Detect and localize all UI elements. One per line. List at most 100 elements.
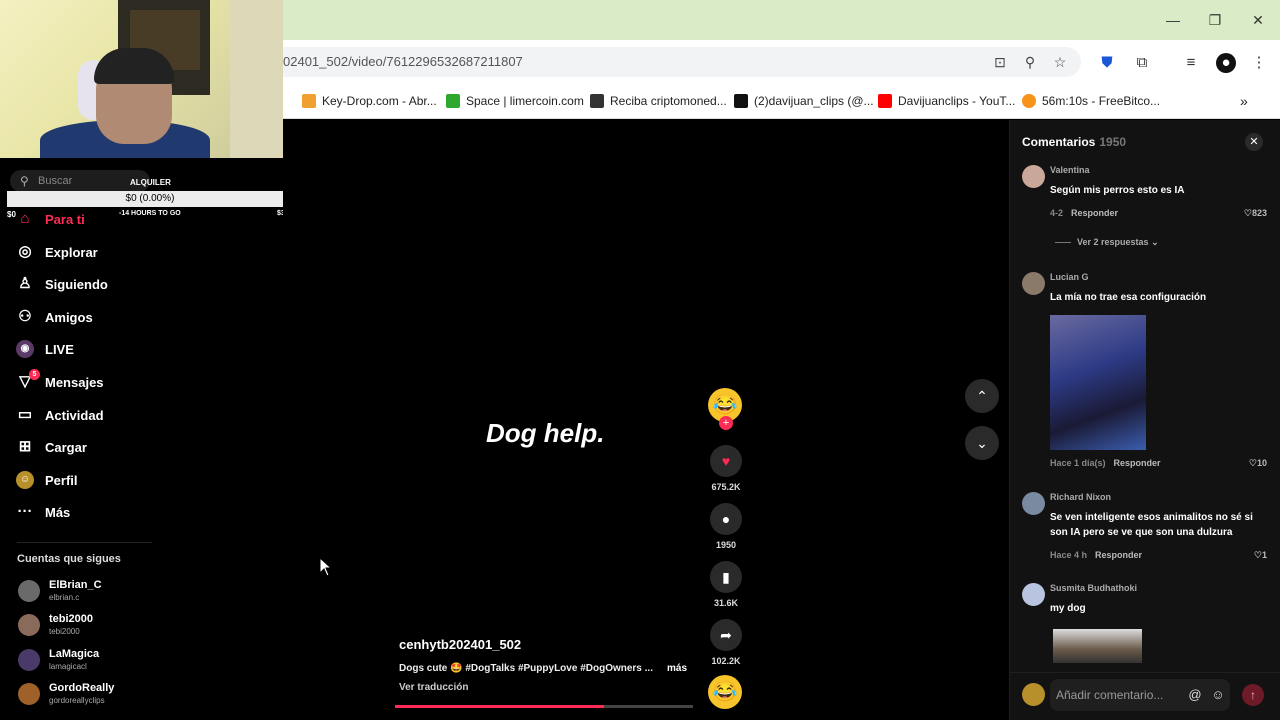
sidebar-item-mas[interactable]: ··· Más xyxy=(16,500,71,524)
sidebar-item-siguiendo[interactable]: ♙ Siguiendo xyxy=(16,272,108,296)
translate-link[interactable]: Ver traducción xyxy=(399,682,468,693)
send-comment-button[interactable]: ↑ xyxy=(1242,684,1264,706)
previous-video-button[interactable]: ⌃ xyxy=(965,379,999,413)
video-progress-fill xyxy=(395,705,604,708)
more-bookmarks-icon[interactable]: » xyxy=(1240,92,1248,110)
avatar xyxy=(18,649,40,671)
video-caption-overlay: Dog help. xyxy=(486,418,605,448)
shield-extension-icon[interactable]: ⛊ xyxy=(1097,53,1117,73)
heart-outline-icon: ♡ xyxy=(1248,458,1257,468)
bookmark-favicon-icon xyxy=(734,94,748,108)
avatar[interactable] xyxy=(1022,583,1045,606)
author-avatar-button[interactable]: 😂 + xyxy=(708,388,744,430)
heart-icon: ♥ xyxy=(710,445,742,477)
bookmark-favicon-icon xyxy=(302,94,316,108)
sidebar-item-explorar[interactable]: ◎ Explorar xyxy=(16,240,97,264)
reply-button[interactable]: Responder xyxy=(1114,458,1161,468)
comment-button[interactable]: ● 1950 xyxy=(708,503,744,550)
avatar[interactable] xyxy=(1022,165,1045,188)
follow-plus-icon[interactable]: + xyxy=(719,416,733,430)
chevron-down-icon: ⌄ xyxy=(1151,237,1159,247)
sidebar-item-para-ti[interactable]: ⌂ Para ti xyxy=(16,207,84,231)
bookmark-item[interactable]: Reciba criptomoned... xyxy=(590,92,727,110)
zoom-icon[interactable]: ⚲ xyxy=(1021,53,1039,71)
comment-like-button[interactable]: ♡10 xyxy=(1249,458,1267,469)
bookmark-item[interactable]: (2)davijuan_clips (@... xyxy=(734,92,874,110)
bookmark-item[interactable]: 56m:10s - FreeBitco... xyxy=(1022,92,1160,110)
profile-icon: ☺ xyxy=(16,471,34,489)
minimize-icon[interactable]: — xyxy=(1159,10,1187,30)
view-replies-button[interactable]: Ver 2 respuestas ⌄ xyxy=(1055,237,1159,248)
extensions-icon[interactable]: ⧉ xyxy=(1132,53,1152,73)
webcam-overlay xyxy=(0,0,283,158)
message-count-badge: 5 xyxy=(29,369,40,380)
comment-image[interactable] xyxy=(1050,315,1146,450)
avatar[interactable] xyxy=(1022,492,1045,515)
more-description-link[interactable]: más xyxy=(667,663,687,674)
share-button[interactable]: ➦ 102.2K xyxy=(708,619,744,666)
search-icon: ⚲ xyxy=(20,174,29,188)
arrow-up-icon: ↑ xyxy=(1250,688,1256,702)
sound-avatar: 😂 xyxy=(708,675,742,709)
avatar xyxy=(18,614,40,636)
video-author[interactable]: cenhytb202401_502 xyxy=(399,637,521,652)
bookmark-item[interactable]: Davijuanclips - YouT... xyxy=(878,92,1015,110)
comments-title: Comentarios 1950 xyxy=(1022,135,1127,149)
rent-progress-bar: $0 (0.00%) xyxy=(7,191,293,207)
avatar[interactable] xyxy=(1022,272,1045,295)
next-video-button[interactable]: ⌄ xyxy=(965,426,999,460)
share-icon: ➦ xyxy=(710,619,742,651)
mouse-cursor-icon xyxy=(319,557,333,577)
bookmark-item[interactable]: Key-Drop.com - Abr... xyxy=(302,92,437,110)
activity-icon: ▭ xyxy=(17,406,33,423)
address-bar[interactable]: 02401_502/video/7612296532687211807 ⊡ ⚲ … xyxy=(283,47,1081,77)
bookmark-star-icon[interactable]: ☆ xyxy=(1051,53,1069,71)
restore-icon[interactable]: ❐ xyxy=(1201,10,1229,30)
add-comment-input[interactable]: Añadir comentario... xyxy=(1050,679,1230,711)
sidebar-item-live[interactable]: ◉ LIVE xyxy=(16,337,74,361)
sidebar-item-amigos[interactable]: ⚇ Amigos xyxy=(16,305,92,329)
sidebar-item-mensajes[interactable]: ▽ 5 Mensajes xyxy=(16,369,104,394)
comments-panel: Comentarios 1950 ✕ Valentina Según mis pe… xyxy=(1009,120,1280,720)
video-description: Dogs cute 🤩 #DogTalks #PuppyLove #DogOwn… xyxy=(399,663,653,674)
video-player[interactable]: Dog help. 😂 + ♥ 675.2K ● 1950 ▮ 31.6K ➦ 102.2… xyxy=(283,120,1009,720)
profile-avatar-icon[interactable]: ● xyxy=(1216,53,1236,73)
add-comment-bar: Añadir comentario... @ ☺ ↑ xyxy=(1010,672,1280,720)
user-follow-icon: ♙ xyxy=(18,275,32,292)
bookmark-icon: ▮ xyxy=(710,561,742,593)
bookmark-item[interactable]: Space | limercoin.com xyxy=(446,92,584,110)
close-window-icon[interactable]: ✕ xyxy=(1244,10,1272,30)
like-button[interactable]: ♥ 675.2K xyxy=(708,445,744,492)
sidebar-divider xyxy=(17,542,152,543)
search-input[interactable]: ⚲ Buscar xyxy=(10,170,150,192)
reply-button[interactable]: Responder xyxy=(1071,208,1118,218)
menu-kebab-icon[interactable]: ⋮ xyxy=(1249,53,1269,73)
bookmark-favicon-icon xyxy=(590,94,604,108)
close-comments-icon[interactable]: ✕ xyxy=(1245,133,1263,151)
bookmark-favicon-icon xyxy=(446,94,460,108)
comment-like-button[interactable]: ♡823 xyxy=(1244,208,1267,219)
video-progress-bar[interactable] xyxy=(395,705,693,708)
comment-like-button[interactable]: ♡1 xyxy=(1254,550,1267,561)
music-disc-button[interactable]: 😂 xyxy=(708,675,744,709)
heart-outline-icon: ♡ xyxy=(1243,208,1252,218)
compass-icon: ◎ xyxy=(18,243,32,260)
following-section-title: Cuentas que sigues xyxy=(17,553,121,565)
friends-icon: ⚇ xyxy=(18,308,32,325)
sidebar-item-perfil[interactable]: ☺ Perfil xyxy=(16,468,78,492)
inbox-icon: ▽ 5 xyxy=(16,369,40,391)
media-control-icon[interactable]: ≡ xyxy=(1181,53,1201,73)
reply-button[interactable]: Responder xyxy=(1095,550,1142,560)
sidebar-item-cargar[interactable]: ⊞ Cargar xyxy=(16,435,87,459)
mention-icon[interactable]: @ xyxy=(1187,687,1203,703)
comment-image[interactable] xyxy=(1053,629,1142,663)
save-button[interactable]: ▮ 31.6K xyxy=(708,561,744,608)
avatar xyxy=(18,683,40,705)
emoji-icon[interactable]: ☺ xyxy=(1210,687,1226,703)
install-app-icon[interactable]: ⊡ xyxy=(991,53,1009,71)
sidebar-item-actividad[interactable]: ▭ Actividad xyxy=(16,403,104,427)
url-text[interactable]: 02401_502/video/7612296532687211807 xyxy=(283,54,523,69)
more-icon: ··· xyxy=(17,503,33,520)
upload-icon: ⊞ xyxy=(18,438,32,455)
chevron-up-icon: ⌃ xyxy=(976,388,988,404)
